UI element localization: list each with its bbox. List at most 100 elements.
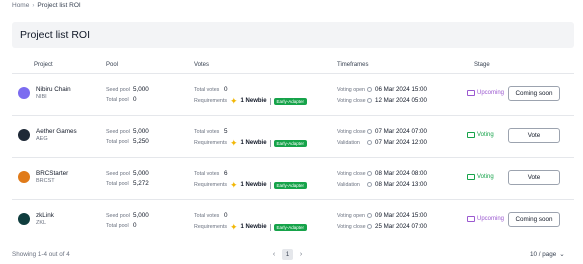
seed-pool-value: 5,000 bbox=[133, 212, 149, 219]
page-title: Project list ROI bbox=[20, 29, 91, 41]
clock-icon bbox=[367, 171, 372, 176]
requirements-label: Requirements bbox=[194, 182, 227, 188]
nibiru-logo-icon bbox=[18, 87, 30, 99]
chevron-left-icon[interactable]: ‹ bbox=[270, 251, 278, 258]
project-ticker: NIBI bbox=[36, 94, 47, 100]
project-name[interactable]: Aether Games bbox=[36, 128, 77, 135]
pagination: ‹ 1 › bbox=[270, 249, 305, 260]
timeframe-label: Voting open bbox=[337, 213, 365, 219]
timeframe-label: Voting close bbox=[337, 171, 366, 177]
vote-button[interactable]: Vote bbox=[508, 170, 560, 185]
clock-icon bbox=[367, 213, 372, 218]
total-votes-label: Total votes bbox=[194, 213, 220, 219]
timeframe-label: Voting open bbox=[337, 87, 365, 93]
timeframe-value: 08 Mar 2024 13:00 bbox=[375, 181, 427, 188]
clock-icon bbox=[367, 87, 372, 92]
total-pool-value: 0 bbox=[133, 96, 137, 103]
divider bbox=[269, 97, 271, 105]
total-pool-label: Total pool bbox=[106, 139, 129, 145]
requirements: Requirements ✦ 1 Newbie Early-Adapter bbox=[194, 180, 308, 190]
timeframe-value: 09 Mar 2024 15:00 bbox=[375, 212, 427, 219]
total-votes-label: Total votes bbox=[194, 129, 220, 135]
stage-status: Voting bbox=[467, 132, 494, 138]
column-stage: Stage bbox=[474, 62, 490, 68]
total-pool-value: 5,272 bbox=[133, 180, 149, 187]
breadcrumb-current: Project list ROI bbox=[37, 2, 81, 9]
project-name[interactable]: BRCStarter bbox=[36, 170, 68, 177]
early-adapter-badge: Early-Adapter bbox=[273, 139, 308, 147]
total-votes-value: 5 bbox=[224, 128, 228, 135]
timeframe-value: 07 Mar 2024 12:00 bbox=[375, 139, 427, 146]
requirements: Requirements ✦ 1 Newbie Early-Adapter bbox=[194, 138, 308, 148]
total-votes-label: Total votes bbox=[194, 171, 220, 177]
chevron-right-icon: › bbox=[32, 2, 35, 9]
total-pool-value: 0 bbox=[133, 222, 137, 229]
bolt-icon: ✦ bbox=[229, 138, 238, 148]
requirements-label: Requirements bbox=[194, 98, 227, 104]
project-ticker: BRCST bbox=[36, 178, 55, 184]
requirements: Requirements ✦ 1 Newbie Early-Adapter bbox=[194, 222, 308, 232]
coming-soon-button[interactable]: Coming soon bbox=[508, 86, 560, 101]
table-header: Project Pool Votes Timeframes Stage bbox=[12, 58, 574, 74]
timeframe-label: Voting close bbox=[337, 98, 366, 104]
early-adapter-badge: Early-Adapter bbox=[273, 181, 308, 189]
total-votes-value: 0 bbox=[224, 212, 228, 219]
calendar-icon bbox=[467, 216, 475, 222]
timeframe-label: Validation bbox=[337, 140, 360, 146]
newbie-requirement: 1 Newbie bbox=[240, 224, 267, 230]
total-votes-value: 0 bbox=[224, 86, 228, 93]
total-pool-label: Total pool bbox=[106, 181, 129, 187]
requirements-label: Requirements bbox=[194, 140, 227, 146]
projects-table: Project Pool Votes Timeframes Stage Nibi… bbox=[12, 58, 574, 242]
stage-label: Voting bbox=[477, 174, 494, 180]
timeframe-label: Voting close bbox=[337, 224, 366, 230]
stage-label: Upcoming bbox=[477, 90, 505, 96]
bolt-icon: ✦ bbox=[229, 222, 238, 232]
table-row: Aether Games AEG Seed pool 5,000 Total p… bbox=[12, 116, 574, 158]
total-votes-label: Total votes bbox=[194, 87, 220, 93]
bolt-icon: ✦ bbox=[229, 180, 238, 190]
timeframe-value: 07 Mar 2024 07:00 bbox=[375, 128, 427, 135]
clock-icon bbox=[367, 140, 372, 145]
total-pool-label: Total pool bbox=[106, 97, 129, 103]
seed-pool-label: Seed pool bbox=[106, 171, 130, 177]
column-pool: Pool bbox=[106, 62, 119, 68]
requirements: Requirements ✦ 1 Newbie Early-Adapter bbox=[194, 97, 308, 106]
breadcrumb-home[interactable]: Home bbox=[12, 2, 29, 9]
total-pool-value: 5,250 bbox=[133, 138, 149, 145]
project-name[interactable]: zkLink bbox=[36, 212, 54, 219]
chevron-right-icon[interactable]: › bbox=[297, 251, 305, 258]
timeframe-value: 12 Mar 2024 05:00 bbox=[375, 97, 427, 104]
seed-pool-label: Seed pool bbox=[106, 129, 130, 135]
newbie-requirement: 1 Newbie bbox=[240, 140, 267, 146]
coming-soon-button[interactable]: Coming soon bbox=[508, 212, 560, 227]
breadcrumb: Home › Project list ROI bbox=[12, 2, 81, 9]
vote-button[interactable]: Vote bbox=[508, 128, 560, 143]
timeframe-value: 06 Mar 2024 15:00 bbox=[375, 86, 427, 93]
divider bbox=[269, 139, 271, 147]
page-size-select[interactable]: 10 / page ⌄ bbox=[530, 251, 565, 258]
zklink-logo-icon bbox=[18, 213, 30, 225]
project-name[interactable]: Nibiru Chain bbox=[36, 86, 71, 93]
early-adapter-badge: Early-Adapter bbox=[273, 223, 308, 231]
seed-pool-value: 5,000 bbox=[133, 128, 149, 135]
divider bbox=[269, 181, 271, 189]
aether-logo-icon bbox=[18, 129, 30, 141]
ballot-box-icon bbox=[467, 174, 475, 180]
total-pool-label: Total pool bbox=[106, 223, 129, 229]
table-row: Nibiru Chain NIBI Seed pool 5,000 Total … bbox=[12, 74, 574, 116]
seed-pool-label: Seed pool bbox=[106, 213, 130, 219]
seed-pool-value: 5,000 bbox=[133, 170, 149, 177]
column-votes: Votes bbox=[194, 62, 210, 68]
brcstarter-logo-icon bbox=[18, 171, 30, 183]
table-row: zkLink ZKL Seed pool 5,000 Total pool 0 … bbox=[12, 200, 574, 242]
calendar-icon bbox=[467, 90, 475, 96]
stage-label: Upcoming bbox=[477, 216, 505, 222]
chevron-down-icon: ⌄ bbox=[559, 251, 565, 258]
timeframe-label: Validation bbox=[337, 182, 360, 188]
stage-status: Upcoming bbox=[467, 90, 504, 96]
page-number[interactable]: 1 bbox=[282, 249, 293, 260]
newbie-requirement: 1 Newbie bbox=[240, 98, 267, 104]
timeframe-value: 08 Mar 2024 08:00 bbox=[375, 170, 427, 177]
stage-label: Voting bbox=[477, 132, 494, 138]
